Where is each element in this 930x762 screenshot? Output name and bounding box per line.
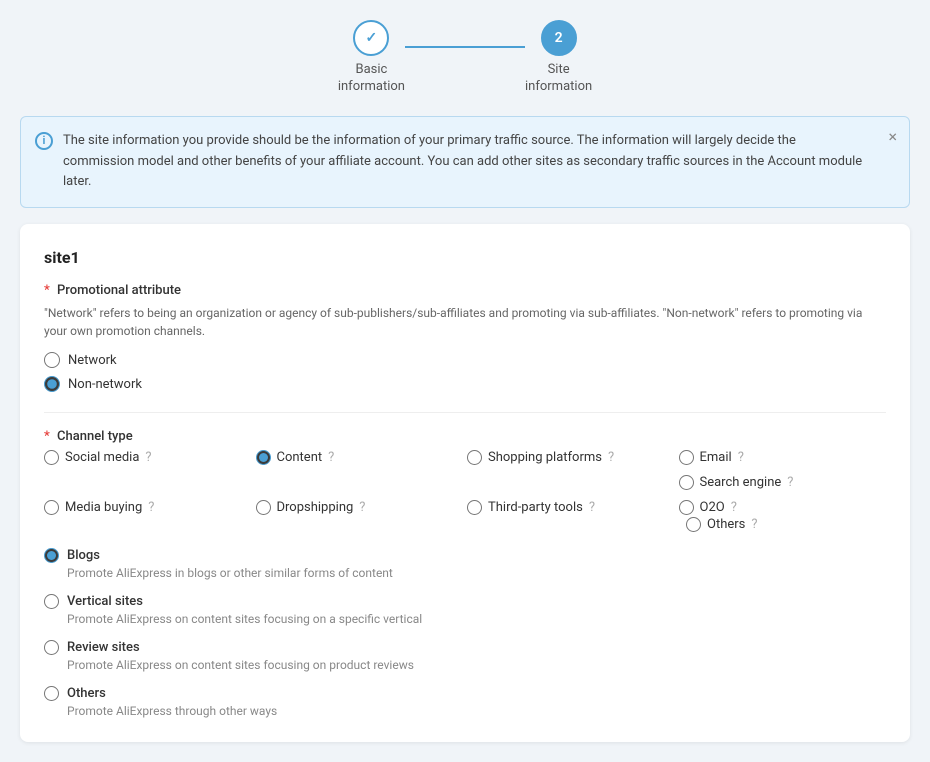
sub-option-vertical-sites-desc: Promote AliExpress on content sites focu… [67,612,886,626]
channel-grid: Social media ? Content ? Shopping platfo… [44,450,886,515]
sub-option-blogs-desc: Promote AliExpress in blogs or other sim… [67,566,886,580]
promo-radio-group: Network Non-network [44,352,886,392]
channel-content-radio[interactable] [256,450,271,465]
sub-option-review-sites-label: Review sites [67,640,140,655]
promo-network-radio[interactable] [44,352,60,368]
sub-option-vertical-sites: Vertical sites Promote AliExpress on con… [44,594,886,626]
sub-option-vertical-sites-label: Vertical sites [67,594,143,609]
content-sub-options: Blogs Promote AliExpress in blogs or oth… [44,548,886,718]
sub-option-others-sub-label: Others [67,686,106,701]
channel-third-party-radio[interactable] [467,500,482,515]
sub-option-blogs-radio[interactable] [44,548,59,563]
social-media-help-icon[interactable]: ? [145,450,151,465]
channel-others[interactable]: Others ? [686,517,886,532]
site-title: site1 [44,248,886,267]
channel-shopping[interactable]: Shopping platforms ? [467,450,675,465]
channel-email[interactable]: Email ? [679,450,887,465]
sub-option-others-sub: Others Promote AliExpress through other … [44,686,886,718]
search-engine-help-icon[interactable]: ? [787,475,793,490]
channel-third-party[interactable]: Third-party tools ? [467,500,675,515]
promo-network-label: Network [68,353,117,368]
step-circle-basic: ✓ [353,20,389,56]
channel-third-party-label: Third-party tools [488,500,583,515]
channel-social-media-label: Social media [65,450,139,465]
channel-content-label: Content [277,450,323,465]
sub-option-review-sites-header: Review sites [44,640,886,655]
channel-o2o-label: O2O [700,500,725,515]
media-buying-help-icon[interactable]: ? [148,500,154,515]
step-label-site: Site information [525,62,592,96]
promo-nonnetwork-label: Non-network [68,377,142,392]
channel-media-buying-radio[interactable] [44,500,59,515]
promo-label: * Promotional attribute [44,283,886,298]
close-banner-button[interactable]: × [888,129,897,145]
sub-option-others-sub-header: Others [44,686,886,701]
promo-network-option[interactable]: Network [44,352,886,368]
channel-o2o-radio[interactable] [679,500,694,515]
channel-dropshipping-radio[interactable] [256,500,271,515]
step-site: 2 Site information [525,20,592,96]
divider-1 [44,412,886,413]
channel-email-radio[interactable] [679,450,694,465]
info-banner: i The site information you provide shoul… [20,116,910,208]
content-help-icon[interactable]: ? [328,450,334,465]
channel-social-media[interactable]: Social media ? [44,450,252,465]
promo-nonnetwork-option[interactable]: Non-network [44,376,886,392]
required-star-2: * [44,429,50,444]
channel-dropshipping-label: Dropshipping [277,500,354,515]
required-star: * [44,283,50,298]
channel-social-media-radio[interactable] [44,450,59,465]
step-circle-site: 2 [541,20,577,56]
channel-search-engine-label: Search engine [700,475,782,490]
step-label-basic: Basic information [338,62,405,96]
sub-option-review-sites-radio[interactable] [44,640,59,655]
sub-option-others-sub-radio[interactable] [44,686,59,701]
channel-search-engine[interactable]: Search engine ? [679,475,887,490]
others-help-icon[interactable]: ? [751,517,757,532]
step-basic: ✓ Basic information [338,20,405,96]
channel-others-radio[interactable] [686,517,701,532]
sub-option-vertical-sites-header: Vertical sites [44,594,886,609]
sub-option-blogs: Blogs Promote AliExpress in blogs or oth… [44,548,886,580]
sub-option-others-sub-desc: Promote AliExpress through other ways [67,704,886,718]
channel-media-buying[interactable]: Media buying ? [44,500,252,515]
third-party-help-icon[interactable]: ? [589,500,595,515]
email-help-icon[interactable]: ? [738,450,744,465]
sub-option-review-sites-desc: Promote AliExpress on content sites focu… [67,658,886,672]
promo-description: "Network" refers to being an organizatio… [44,304,886,340]
channel-email-label: Email [700,450,732,465]
info-icon: i [35,132,53,150]
sub-option-blogs-header: Blogs [44,548,886,563]
channel-shopping-radio[interactable] [467,450,482,465]
o2o-help-icon[interactable]: ? [731,500,737,515]
dropshipping-help-icon[interactable]: ? [359,500,365,515]
shopping-help-icon[interactable]: ? [608,450,614,465]
stepper: ✓ Basic information 2 Site information [20,20,910,96]
channel-others-label: Others [707,517,745,532]
channel-shopping-label: Shopping platforms [488,450,602,465]
channel-label: * Channel type [44,429,886,444]
main-card: site1 * Promotional attribute "Network" … [20,224,910,742]
channel-dropshipping[interactable]: Dropshipping ? [256,500,464,515]
banner-text: The site information you provide should … [63,131,869,193]
channel-search-engine-radio[interactable] [679,475,694,490]
channel-content[interactable]: Content ? [256,450,464,465]
sub-option-review-sites: Review sites Promote AliExpress on conte… [44,640,886,672]
channel-media-buying-label: Media buying [65,500,142,515]
sub-option-blogs-label: Blogs [67,548,100,563]
sub-option-vertical-sites-radio[interactable] [44,594,59,609]
step-connector [405,46,525,48]
channel-o2o[interactable]: O2O ? [679,500,887,515]
promo-nonnetwork-radio[interactable] [44,376,60,392]
